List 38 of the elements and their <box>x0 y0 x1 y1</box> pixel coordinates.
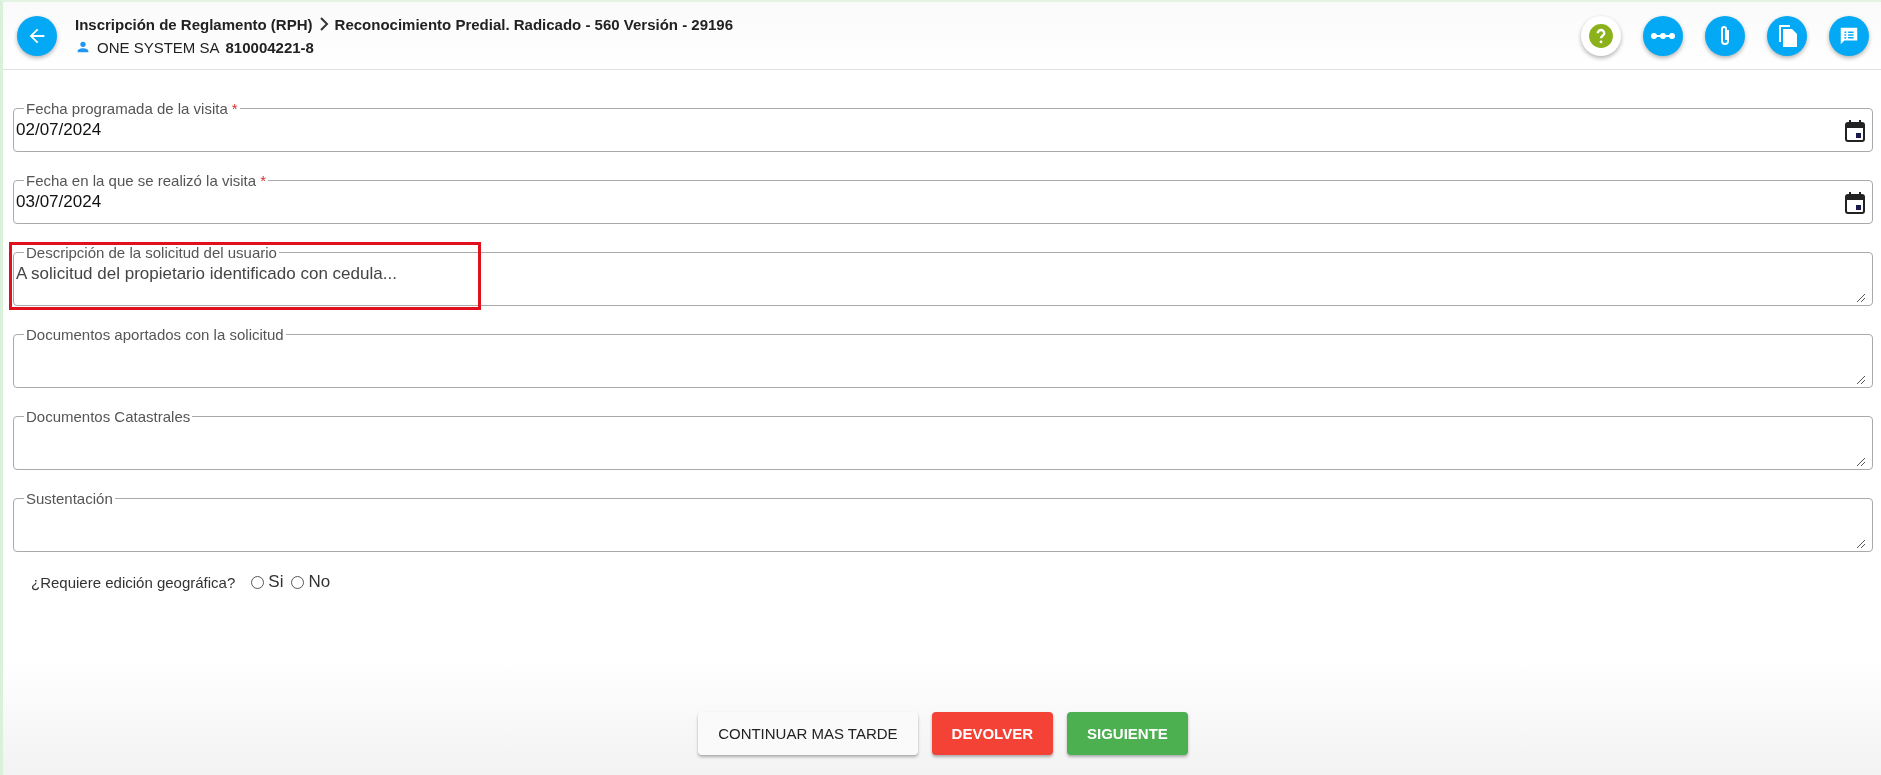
paperclip-icon <box>1718 23 1732 48</box>
copy-document-icon <box>1776 23 1798 48</box>
text-area[interactable]: Sustentación <box>13 490 1873 552</box>
comments-button[interactable] <box>1829 15 1869 56</box>
action-button[interactable]: DEVOLVER <box>931 712 1053 755</box>
radio-option[interactable]: Si <box>251 572 284 592</box>
resize-handle-icon[interactable] <box>1856 539 1866 549</box>
breadcrumb-item: Inscripción de Reglamento (RPH) <box>75 15 313 33</box>
breadcrumb-item: Reconocimiento Predial. Radicado - 560 Versión - 29196 <box>334 15 734 33</box>
resize-handle-icon[interactable] <box>1856 293 1866 303</box>
connected-dots-icon <box>1651 30 1675 41</box>
field-label: Fecha programada de la visita * <box>25 100 239 117</box>
calendar-icon[interactable] <box>1844 119 1866 143</box>
company-name: ONE SYSTEM SA <box>97 38 220 56</box>
field-label: Fecha en la que se realizó la visita * <box>25 172 267 189</box>
chevron-right-icon <box>318 17 329 31</box>
resize-handle-icon[interactable] <box>1856 457 1866 467</box>
back-button[interactable] <box>17 15 57 56</box>
action-button[interactable]: CONTINUAR MAS TARDE <box>698 712 918 755</box>
resize-handle-icon[interactable] <box>1856 375 1866 385</box>
documents-button[interactable] <box>1767 15 1807 56</box>
field-label: Sustentación <box>25 490 114 507</box>
text-area[interactable]: Documentos Catastrales <box>13 408 1873 470</box>
workflow-button[interactable] <box>1643 15 1683 56</box>
field-label: Descripción de la solicitud del usuario <box>25 244 278 261</box>
text-area[interactable]: Descripción de la solicitud del usuario A solicitud del propietario identificado con cedula... <box>13 244 1873 306</box>
person-icon <box>75 39 91 55</box>
attachment-button[interactable] <box>1705 15 1745 56</box>
question-label: ¿Requiere edición geográfica? <box>31 573 236 591</box>
calendar-icon[interactable] <box>1844 191 1866 215</box>
help-icon <box>1588 22 1614 49</box>
company-id: 810004221-8 <box>225 38 314 56</box>
date-field[interactable]: Fecha en la que se realizó la visita * 03/07/2024 <box>13 172 1873 224</box>
field-label: Documentos Catastrales <box>25 408 192 425</box>
radio-option[interactable]: No <box>291 572 331 592</box>
date-field[interactable]: Fecha programada de la visita * 02/07/2024 <box>13 100 1873 152</box>
text-area[interactable]: Documentos aportados con la solicitud <box>13 326 1873 388</box>
field-label: Documentos aportados con la solicitud <box>25 326 285 343</box>
